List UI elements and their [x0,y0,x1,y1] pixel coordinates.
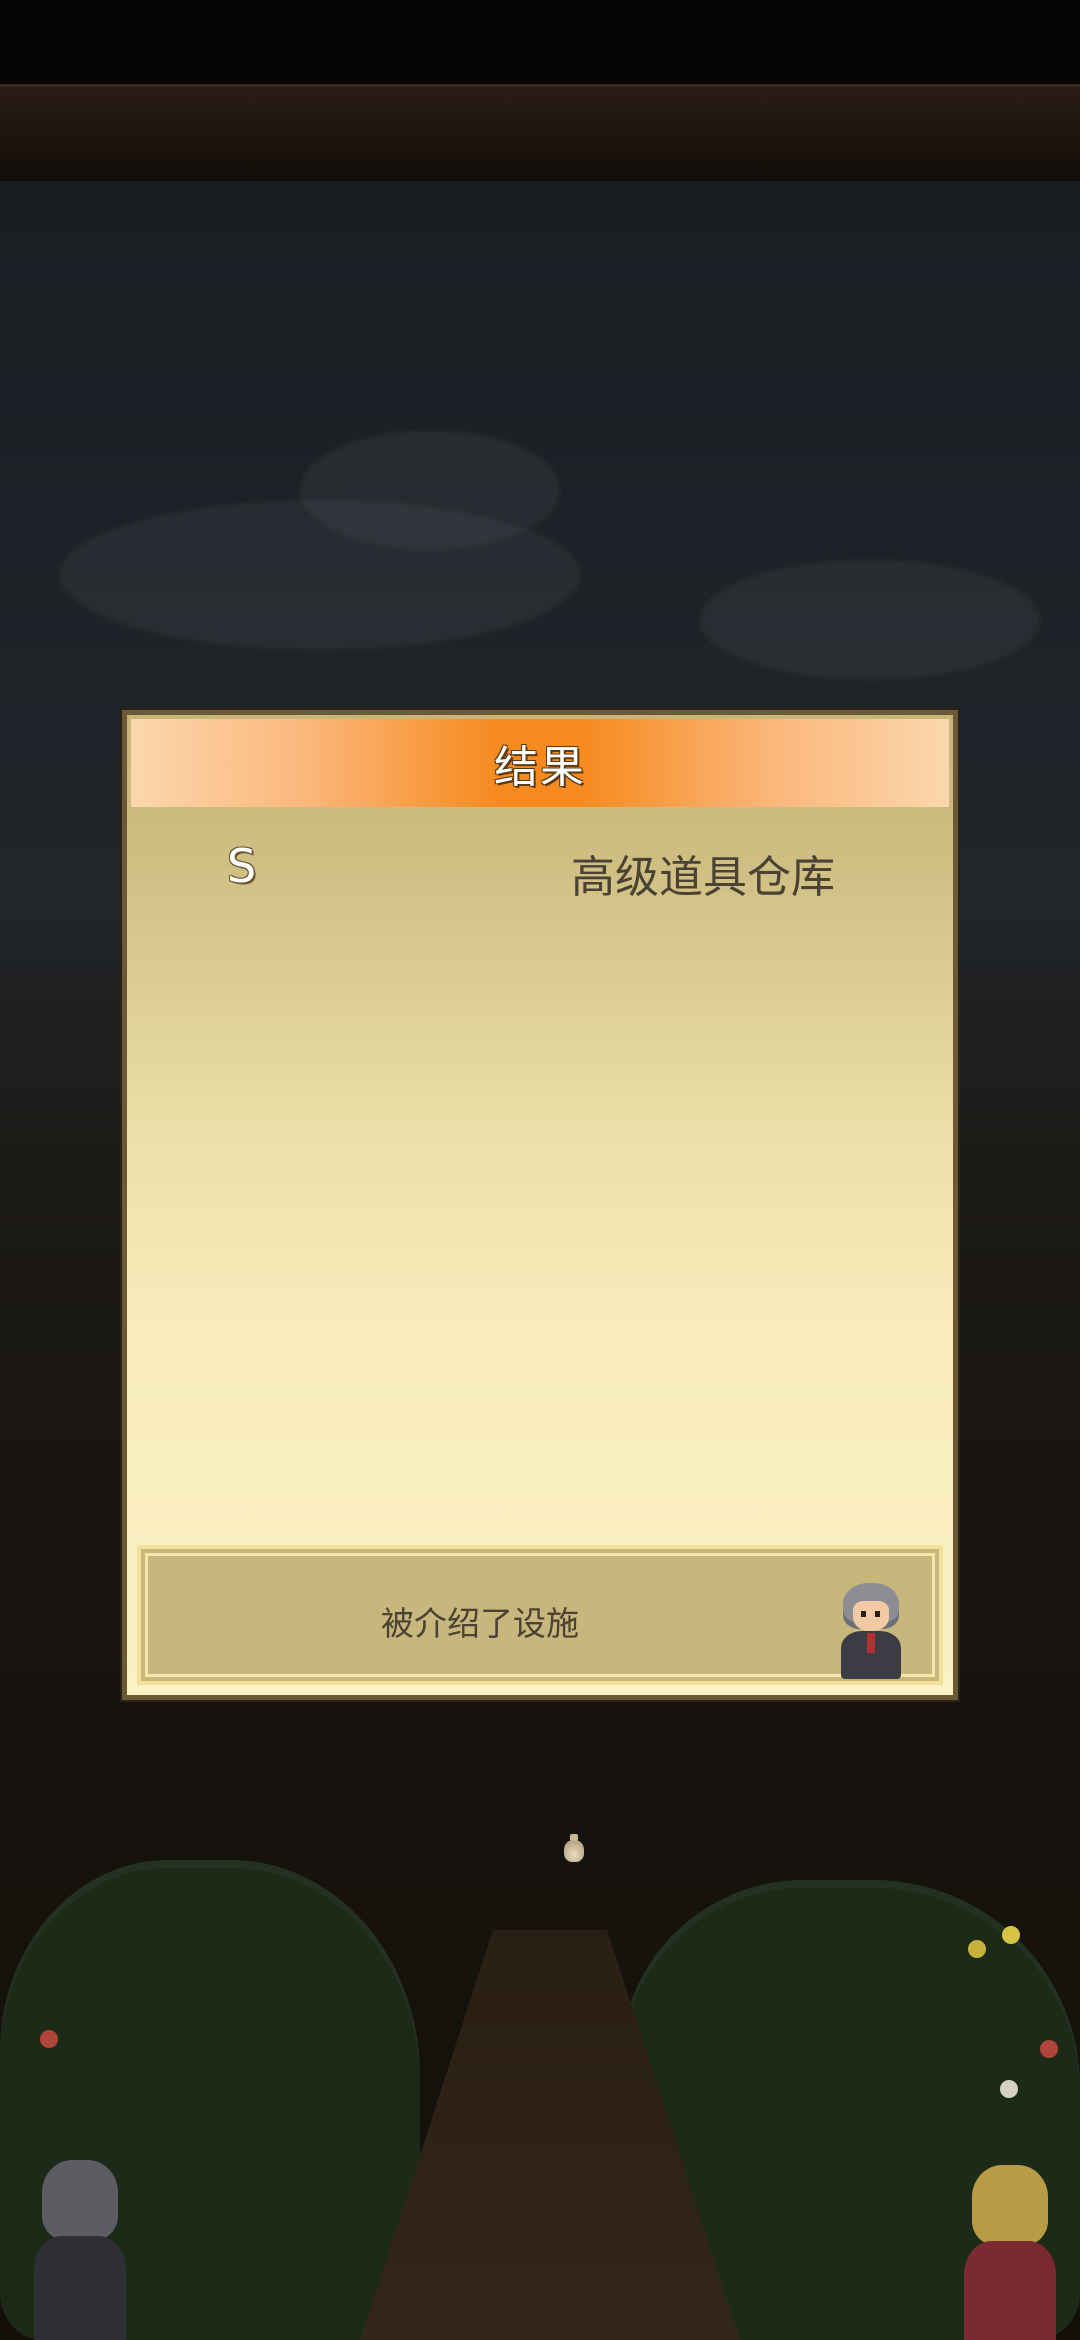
flower-icon [968,1940,986,1958]
dialog-title: 结果 [494,742,586,793]
npc-body [964,2241,1056,2340]
npc-head [972,2165,1048,2245]
portrait-face [853,1601,889,1631]
townsperson-right[interactable] [950,2165,1070,2340]
result-row: S 高级道具仓库 [127,835,953,905]
cloud [300,430,560,550]
result-facility-name: 高级道具仓库 [571,852,835,903]
flower-icon [40,2030,58,2048]
result-dialog[interactable]: 结果 S 高级道具仓库 被介绍了设施 [122,710,958,1700]
townsperson-left[interactable] [20,2160,140,2340]
money-sack-icon[interactable] [564,1834,584,1862]
game-screen: 结果 S 高级道具仓库 被介绍了设施 [0,0,1080,2340]
message-box[interactable]: 被介绍了设施 [137,1545,943,1685]
portrait-eye [861,1611,866,1617]
message-text: 被介绍了设施 [381,1604,579,1643]
status-bar [0,0,1080,84]
npc-body [34,2236,126,2340]
result-grade: S [227,839,257,893]
portrait-eye [875,1611,880,1617]
flower-icon [1000,2080,1018,2098]
top-hud-bar [0,84,1080,181]
npc-head [42,2160,118,2240]
advisor-portrait-icon [837,1583,905,1679]
dialog-header: 结果 [131,719,949,807]
flower-icon [1002,1926,1020,1944]
portrait-tie [867,1633,875,1653]
flower-icon [1040,2040,1058,2058]
cloud [700,560,1040,680]
